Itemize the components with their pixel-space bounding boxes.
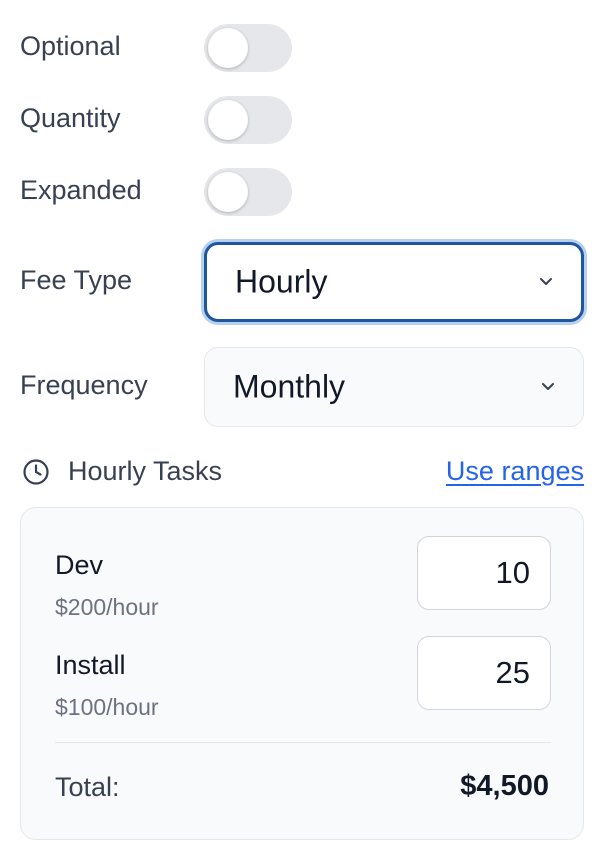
task-rate: $100/hour	[55, 694, 159, 720]
use-ranges-link[interactable]: Use ranges	[446, 456, 584, 487]
dev-hours-input[interactable]	[417, 536, 551, 610]
option-row-quantity: Quantity	[20, 96, 584, 144]
fee-type-label: Fee Type	[20, 265, 133, 295]
fee-type-row: Fee Type Hourly	[20, 242, 584, 322]
toggle-knob	[208, 100, 248, 140]
hourly-tasks-header: Hourly Tasks Use ranges	[20, 456, 584, 490]
toggle-knob	[208, 172, 248, 212]
option-row-optional: Optional	[20, 24, 584, 72]
quantity-label: Quantity	[20, 103, 121, 133]
toggle-knob	[208, 28, 248, 68]
frequency-select[interactable]: Monthly	[204, 347, 584, 427]
chevron-down-icon	[542, 383, 554, 390]
hourly-tasks-card: Dev $200/hour Install $100/hour Total: $…	[20, 507, 584, 840]
install-hours-input[interactable]	[417, 636, 551, 710]
clock-icon	[23, 459, 49, 485]
chevron-down-icon	[540, 278, 552, 285]
task-row-install: Install $100/hour	[55, 636, 551, 730]
hourly-tasks-title: Hourly Tasks	[68, 456, 223, 486]
frequency-label: Frequency	[20, 370, 148, 400]
expanded-toggle[interactable]	[204, 168, 292, 216]
divider	[55, 742, 551, 743]
frequency-row: Frequency Monthly	[20, 347, 584, 427]
optional-label: Optional	[20, 31, 121, 61]
task-name: Dev	[55, 550, 104, 580]
expanded-label: Expanded	[20, 175, 142, 205]
frequency-value: Monthly	[233, 368, 346, 405]
quantity-toggle[interactable]	[204, 96, 292, 144]
optional-toggle[interactable]	[204, 24, 292, 72]
fee-type-select[interactable]: Hourly	[204, 242, 584, 322]
total-value: $4,500	[460, 770, 549, 802]
task-rate: $200/hour	[55, 594, 159, 620]
option-row-expanded: Expanded	[20, 168, 584, 216]
total-label: Total:	[55, 772, 120, 802]
task-row-dev: Dev $200/hour	[55, 536, 551, 630]
fee-type-value: Hourly	[235, 263, 328, 300]
fee-settings-panel: Optional Quantity Expanded Fee Type Hour…	[0, 0, 600, 864]
task-name: Install	[55, 650, 126, 680]
